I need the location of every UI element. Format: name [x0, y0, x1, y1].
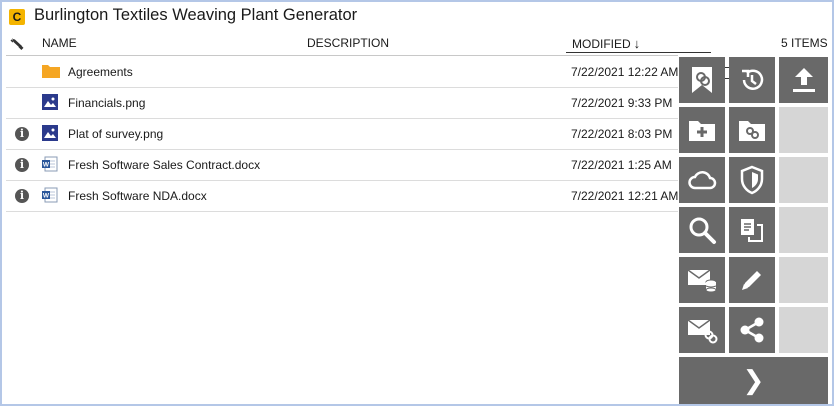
column-header: NAME DESCRIPTION MODIFIED ↓ 5 ITEMS — [2, 32, 832, 79]
security-button[interactable] — [729, 157, 775, 203]
items-count: 5 ITEMS — [781, 36, 828, 50]
file-name[interactable]: Agreements — [68, 65, 133, 79]
empty-action-slot — [779, 157, 828, 203]
column-name[interactable]: NAME — [42, 36, 77, 50]
file-modified: 7/22/2021 9:33 PM — [571, 96, 673, 110]
image-file-icon — [42, 125, 60, 141]
restore-icon — [742, 69, 764, 90]
column-modified[interactable]: MODIFIED ↓ — [572, 36, 640, 51]
modified-label: MODIFIED — [572, 37, 631, 51]
new-folder-button[interactable] — [679, 107, 725, 153]
info-icon[interactable]: i — [15, 127, 29, 141]
cloud-button[interactable] — [679, 157, 725, 203]
file-row[interactable]: i W Fresh Software Sales Contract.docx 7/22… — [6, 149, 678, 181]
file-browser-panel: C Burlington Textiles Weaving Plant Gene… — [0, 0, 834, 406]
word-document-icon: W — [42, 187, 60, 203]
edit-button[interactable] — [729, 257, 775, 303]
upload-icon — [792, 68, 815, 92]
copy-document-button[interactable] — [729, 207, 775, 253]
file-row[interactable]: Agreements 7/22/2021 12:22 AM — [6, 56, 678, 88]
svg-text:W: W — [43, 162, 50, 169]
file-name[interactable]: Plat of survey.png — [68, 127, 163, 141]
file-modified: 7/22/2021 1:25 AM — [571, 158, 672, 172]
file-modified: 7/22/2021 8:03 PM — [571, 127, 673, 141]
folder-link-icon — [739, 121, 765, 141]
shield-icon — [740, 165, 764, 195]
cloud-icon — [688, 171, 717, 190]
file-row[interactable]: Financials.png 7/22/2021 9:33 PM — [6, 87, 678, 119]
email-database-icon — [687, 269, 717, 293]
file-name[interactable]: Fresh Software Sales Contract.docx — [68, 158, 260, 172]
upload-button[interactable] — [779, 57, 828, 103]
file-row[interactable]: i Plat of survey.png 7/22/2021 8:03 PM — [6, 118, 678, 150]
folder-link-button[interactable] — [729, 107, 775, 153]
file-name[interactable]: Fresh Software NDA.docx — [68, 189, 207, 203]
sort-arrow-icon: ↓ — [633, 36, 641, 51]
search-button[interactable] — [679, 207, 725, 253]
empty-action-slot — [779, 257, 828, 303]
file-modified: 7/22/2021 12:21 AM — [571, 189, 679, 203]
restore-button[interactable] — [729, 57, 775, 103]
email-link-button[interactable] — [679, 307, 725, 353]
next-chevron-icon: ❯ — [742, 365, 765, 396]
link-bookmark-icon — [692, 67, 712, 93]
edit-pencil-icon — [742, 271, 761, 290]
file-modified: 7/22/2021 12:22 AM — [571, 65, 679, 79]
new-folder-icon — [689, 121, 715, 141]
link-bookmark-button[interactable] — [679, 57, 725, 103]
refresh-app-icon[interactable]: C — [9, 9, 25, 25]
email-archive-button[interactable] — [679, 257, 725, 303]
page-title: Burlington Textiles Weaving Plant Genera… — [34, 6, 358, 24]
info-icon[interactable]: i — [15, 158, 29, 172]
title-bar: C Burlington Textiles Weaving Plant Gene… — [2, 2, 832, 30]
search-icon — [689, 217, 716, 244]
column-description[interactable]: DESCRIPTION — [307, 36, 389, 50]
empty-action-slot — [779, 107, 828, 153]
word-document-icon: W — [42, 156, 60, 172]
file-name[interactable]: Financials.png — [68, 96, 145, 110]
copy-document-icon — [741, 219, 763, 242]
svg-text:W: W — [43, 193, 50, 200]
empty-action-slot — [779, 307, 828, 353]
sort-underline — [566, 52, 711, 53]
next-page-button[interactable]: ❯ — [679, 357, 828, 404]
share-button[interactable] — [729, 307, 775, 353]
file-row[interactable]: i W Fresh Software NDA.docx 7/22/2021 12:21… — [6, 180, 678, 212]
image-file-icon — [42, 94, 60, 110]
wrench-icon[interactable] — [10, 37, 26, 51]
share-icon — [740, 317, 764, 343]
email-link-icon — [687, 319, 718, 344]
info-icon[interactable]: i — [15, 189, 29, 203]
empty-action-slot — [779, 207, 828, 253]
folder-icon — [42, 63, 60, 79]
